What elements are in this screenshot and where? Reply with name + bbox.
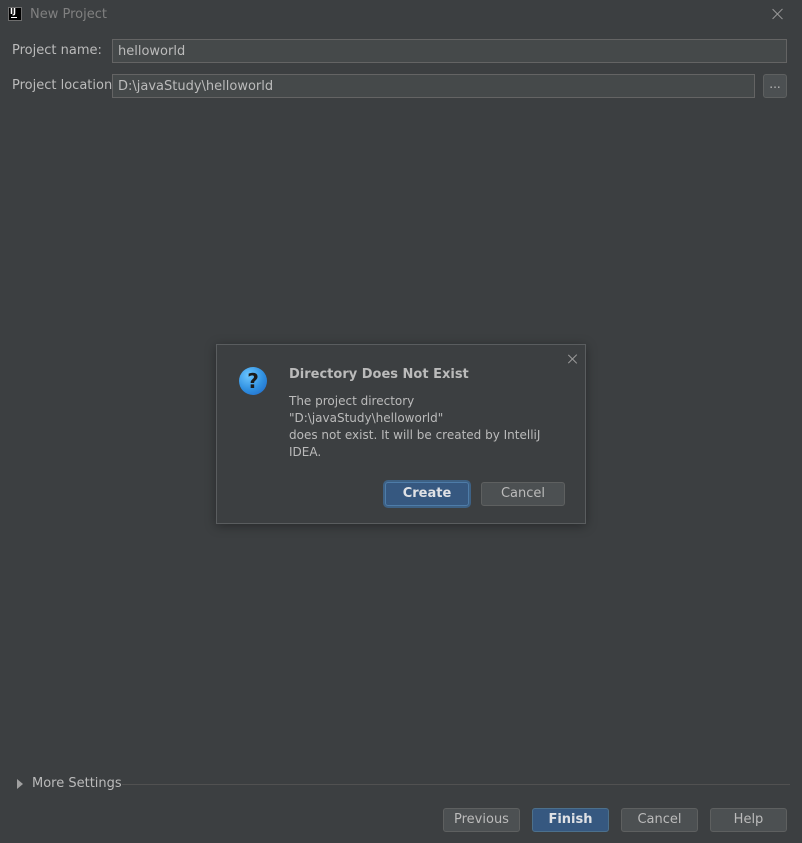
project-name-input[interactable] — [112, 39, 787, 63]
new-project-window: IJ New Project Project name: Project loc… — [0, 0, 802, 843]
dialog-message-line: "D:\javaStudy\helloworld" — [289, 411, 444, 425]
more-settings-label: More Settings — [32, 776, 122, 791]
expand-arrow-icon — [17, 779, 23, 789]
intellij-app-icon: IJ — [8, 7, 22, 21]
dialog-message-line: IDEA. — [289, 445, 322, 459]
window-close-icon[interactable] — [771, 7, 785, 21]
dialog-message-line: does not exist. It will be created by In… — [289, 428, 541, 442]
dialog-message: The project directory "D:\javaStudy\hell… — [289, 393, 569, 461]
directory-not-exist-dialog: ? Directory Does Not Exist The project d… — [216, 344, 586, 524]
finish-button[interactable]: Finish — [532, 808, 609, 832]
previous-button[interactable]: Previous — [443, 808, 520, 832]
dialog-title: Directory Does Not Exist — [289, 367, 469, 382]
more-settings-separator — [122, 784, 790, 785]
dialog-message-line: The project directory — [289, 394, 415, 408]
app-icon-text: IJ — [10, 7, 16, 16]
project-name-label: Project name: — [12, 43, 102, 58]
dialog-close-icon[interactable] — [567, 353, 579, 365]
cancel-button[interactable]: Cancel — [621, 808, 698, 832]
project-location-input[interactable] — [112, 74, 755, 98]
project-location-label: Project location: — [12, 78, 117, 93]
dialog-cancel-button[interactable]: Cancel — [481, 482, 565, 506]
help-button[interactable]: Help — [710, 808, 787, 832]
question-icon: ? — [239, 367, 267, 395]
window-title: New Project — [30, 7, 107, 22]
create-button[interactable]: Create — [385, 482, 469, 506]
title-bar: IJ New Project — [0, 0, 802, 30]
browse-location-button[interactable]: ... — [763, 74, 787, 98]
